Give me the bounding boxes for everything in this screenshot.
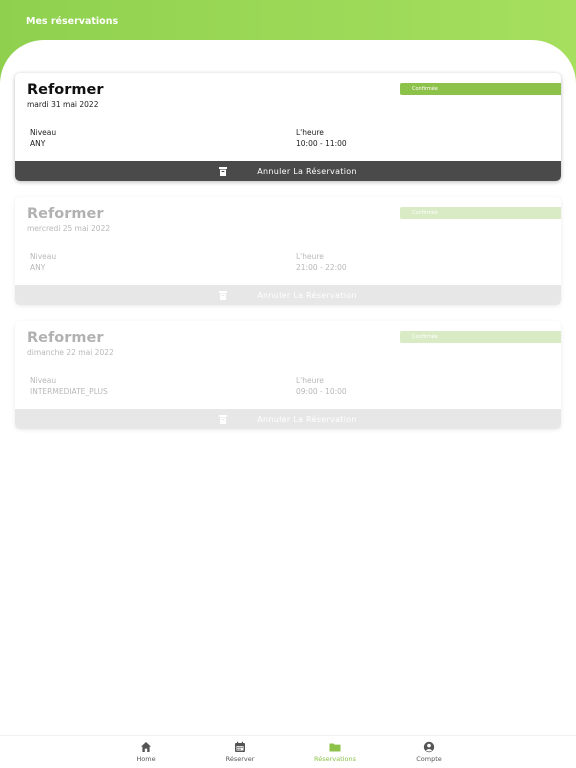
nav-item-account[interactable]: Compte — [389, 741, 469, 763]
trash-icon — [219, 290, 228, 300]
calendar-icon — [235, 741, 245, 752]
reservation-date: mercredi 25 mai 2022 — [27, 224, 111, 233]
cancel-reservation-label: Annuler La Réservation — [257, 166, 357, 176]
nav-label-home: Home — [136, 755, 156, 763]
reservation-date: dimanche 22 mai 2022 — [27, 348, 114, 357]
level-label: Niveau — [30, 128, 57, 137]
cancel-reservation-label: Annuler La Réservation — [257, 414, 357, 424]
cancel-reservation-button[interactable]: Annuler La Réservation — [15, 285, 561, 305]
reservation-card: Reformer dimanche 22 mai 2022 Confirmée … — [15, 321, 561, 429]
user-circle-icon — [423, 741, 435, 753]
cancel-reservation-button[interactable]: Annuler La Réservation — [15, 161, 561, 181]
nav-item-reservations[interactable]: Réservations — [295, 741, 375, 763]
level-label: Niveau — [30, 252, 57, 261]
home-icon — [141, 742, 151, 752]
level-value: ANY — [30, 263, 46, 272]
time-value: 09:00 - 10:00 — [296, 387, 347, 396]
level-label: Niveau — [30, 376, 57, 385]
nav-label-account: Compte — [416, 755, 442, 763]
trash-icon — [219, 166, 228, 176]
cancel-reservation-label: Annuler La Réservation — [257, 290, 357, 300]
time-label: L'heure — [296, 252, 324, 261]
cancel-reservation-button[interactable]: Annuler La Réservation — [15, 409, 561, 429]
nav-label-book: Réserver — [225, 755, 255, 763]
trash-icon — [219, 414, 228, 424]
time-label: L'heure — [296, 128, 324, 137]
status-badge: Confirmée — [400, 331, 561, 343]
nav-label-reservations: Réservations — [314, 755, 356, 763]
reservation-date: mardi 31 mai 2022 — [27, 100, 99, 109]
status-badge: Confirmée — [400, 207, 561, 219]
time-value: 10:00 - 11:00 — [296, 139, 347, 148]
time-value: 21:00 - 22:00 — [296, 263, 347, 272]
reservation-card: Reformer mercredi 25 mai 2022 Confirmée … — [15, 197, 561, 305]
folder-icon — [329, 743, 341, 752]
nav-item-home[interactable]: Home — [106, 741, 186, 763]
nav-item-book[interactable]: Réserver — [200, 741, 280, 763]
level-value: ANY — [30, 139, 46, 148]
time-label: L'heure — [296, 376, 324, 385]
reservation-title: Reformer — [27, 206, 104, 222]
bottom-nav: Home Réserver Réservations Compte — [0, 735, 576, 768]
reservation-title: Reformer — [27, 82, 104, 98]
reservation-title: Reformer — [27, 330, 104, 346]
level-value: INTERMEDIATE_PLUS — [30, 387, 108, 396]
page-title: Mes réservations — [26, 16, 119, 27]
reservation-card: Reformer mardi 31 mai 2022 Confirmée Niv… — [15, 73, 561, 181]
status-badge: Confirmée — [400, 83, 561, 95]
